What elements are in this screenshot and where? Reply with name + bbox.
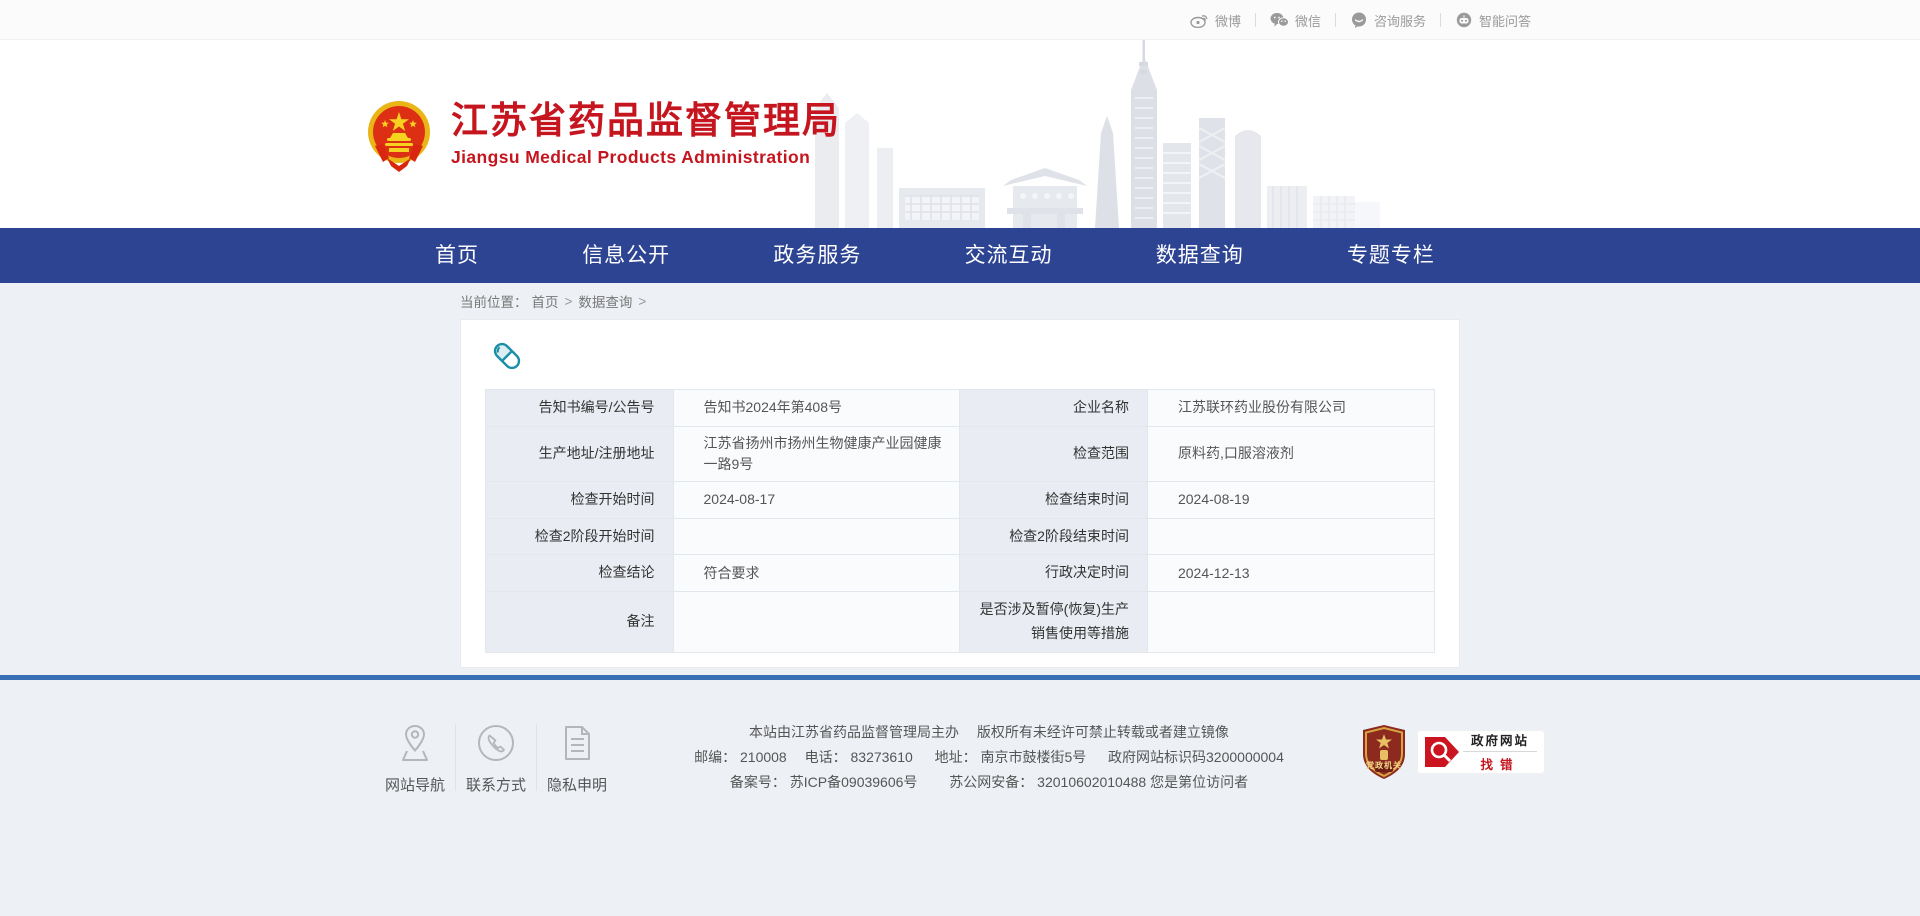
row2-value1: 江苏省扬州市扬州生物健康产业园健康一路9号 <box>673 426 960 481</box>
party-gov-badge[interactable]: 党政机关 <box>1361 724 1407 780</box>
breadcrumb: 当前位置： 首页 > 数据查询 > <box>460 283 1460 319</box>
footer-info: 本站由江苏省药品监督管理局主办 版权所有未经许可禁止转载或者建立镜像 邮编： 2… <box>617 720 1361 795</box>
row2-value2: 原料药,口服溶液剂 <box>1147 426 1434 481</box>
nav-item-gov-services[interactable]: 政务服务 <box>773 228 861 283</box>
robot-icon <box>1455 12 1473 28</box>
breadcrumb-link-home[interactable]: 首页 <box>532 291 559 311</box>
consult-service-link[interactable]: 咨询服务 <box>1336 11 1440 30</box>
breadcrumb-separator: > <box>565 294 573 309</box>
row6-label1: 备注 <box>486 592 674 653</box>
breadcrumb-separator: > <box>638 294 646 309</box>
weibo-label: 微博 <box>1215 11 1241 30</box>
row5-value1: 符合要求 <box>673 555 960 592</box>
breadcrumb-prefix: 当前位置： <box>460 291 528 311</box>
row3-value2: 2024-08-19 <box>1147 481 1434 518</box>
consult-service-label: 咨询服务 <box>1374 11 1426 30</box>
national-emblem-icon <box>361 96 437 172</box>
error-report-magnifier-icon <box>1423 735 1463 769</box>
footer-copyright-line: 本站由江苏省药品监督管理局主办 版权所有未经许可禁止转载或者建立镜像 <box>627 720 1351 745</box>
smart-qa-label: 智能问答 <box>1479 11 1531 30</box>
row1-label1: 告知书编号/公告号 <box>486 390 674 427</box>
row1-value1: 告知书2024年第408号 <box>673 390 960 427</box>
site-logo[interactable]: 江苏省药品监督管理局 Jiangsu Medical Products Admi… <box>361 96 841 172</box>
wechat-icon <box>1270 12 1289 28</box>
row5-value2: 2024-12-13 <box>1147 555 1434 592</box>
party-gov-badge-label: 党政机关 <box>1361 760 1407 771</box>
wechat-link[interactable]: 微信 <box>1256 11 1335 30</box>
footer-contact-line: 邮编： 210008 电话： 83273610 地址： 南京市鼓楼街5号 政府网… <box>627 745 1351 770</box>
consult-chat-icon <box>1350 12 1368 28</box>
row3-label2: 检查结束时间 <box>960 481 1148 518</box>
footer-link-label: 网站导航 <box>377 774 453 795</box>
weibo-link[interactable]: 微博 <box>1176 11 1255 30</box>
row1-value2: 江苏联环药业股份有限公司 <box>1147 390 1434 427</box>
site-error-report-badge[interactable]: 政府网站 找错 <box>1417 730 1545 774</box>
map-pin-icon <box>377 720 453 764</box>
wechat-label: 微信 <box>1295 11 1321 30</box>
row1-label2: 企业名称 <box>960 390 1148 427</box>
footer-link-label: 隐私申明 <box>539 774 615 795</box>
pill-icon <box>489 338 525 374</box>
error-report-subtitle: 找错 <box>1463 751 1537 773</box>
table-row: 生产地址/注册地址 江苏省扬州市扬州生物健康产业园健康一路9号 检查范围 原料药… <box>486 426 1435 481</box>
logo-text: 江苏省药品监督管理局 Jiangsu Medical Products Admi… <box>451 100 841 168</box>
main-navigation: 首页 信息公开 政务服务 交流互动 数据查询 专题专栏 <box>0 228 1920 283</box>
table-row: 检查结论 符合要求 行政决定时间 2024-12-13 <box>486 555 1435 592</box>
content-area: 当前位置： 首页 > 数据查询 > 告知书编号/公告号 告知书2024年第408… <box>0 283 1920 675</box>
row2-label1: 生产地址/注册地址 <box>486 426 674 481</box>
table-row: 告知书编号/公告号 告知书2024年第408号 企业名称 江苏联环药业股份有限公… <box>486 390 1435 427</box>
row4-label2: 检查2阶段结束时间 <box>960 518 1148 555</box>
row4-value2 <box>1147 518 1434 555</box>
site-title: 江苏省药品监督管理局 <box>451 100 841 143</box>
row5-label2: 行政决定时间 <box>960 555 1148 592</box>
nav-item-special-topics[interactable]: 专题专栏 <box>1347 228 1435 283</box>
row4-label1: 检查2阶段开始时间 <box>486 518 674 555</box>
error-report-text: 政府网站 找错 <box>1463 730 1537 773</box>
smart-qa-link[interactable]: 智能问答 <box>1441 11 1545 30</box>
nav-item-data-query[interactable]: 数据查询 <box>1156 228 1244 283</box>
breadcrumb-link-data-query[interactable]: 数据查询 <box>578 291 632 311</box>
footer-link-contact[interactable]: 联系方式 <box>456 720 536 795</box>
site-header: 江苏省药品监督管理局 Jiangsu Medical Products Admi… <box>0 40 1920 228</box>
row2-label2: 检查范围 <box>960 426 1148 481</box>
city-skyline-watermark <box>795 40 1380 228</box>
nav-item-home[interactable]: 首页 <box>435 228 479 283</box>
footer-badges: 党政机关 政府网站 找错 <box>1361 724 1545 780</box>
footer-link-sitemap[interactable]: 网站导航 <box>375 720 455 795</box>
table-row: 检查2阶段开始时间 检查2阶段结束时间 <box>486 518 1435 555</box>
footer-link-label: 联系方式 <box>458 774 534 795</box>
nav-item-info-disclosure[interactable]: 信息公开 <box>582 228 670 283</box>
footer-quick-links: 网站导航 联系方式 隐私申明 <box>375 720 617 795</box>
top-utility-bar: 微博 微信 咨询服务 智能问答 <box>0 0 1920 40</box>
nav-item-interaction[interactable]: 交流互动 <box>965 228 1053 283</box>
table-row: 检查开始时间 2024-08-17 检查结束时间 2024-08-19 <box>486 481 1435 518</box>
error-report-title: 政府网站 <box>1463 730 1537 749</box>
row6-label2: 是否涉及暂停(恢复)生产销售使用等措施 <box>960 592 1148 653</box>
site-footer: 网站导航 联系方式 隐私申明 本站由江苏省药品监督管理局主办 版权所有未经许可禁… <box>0 680 1920 916</box>
row6-value2 <box>1147 592 1434 653</box>
document-icon <box>539 720 615 764</box>
footer-icp-line: 备案号： 苏ICP备09039606号 苏公网安备： 3201060201048… <box>627 770 1351 795</box>
row6-value1 <box>673 592 960 653</box>
row5-label1: 检查结论 <box>486 555 674 592</box>
weibo-icon <box>1190 12 1209 28</box>
footer-link-privacy[interactable]: 隐私申明 <box>537 720 617 795</box>
table-row: 备注 是否涉及暂停(恢复)生产销售使用等措施 <box>486 592 1435 653</box>
row3-value1: 2024-08-17 <box>673 481 960 518</box>
site-subtitle: Jiangsu Medical Products Administration <box>451 147 841 168</box>
detail-panel: 告知书编号/公告号 告知书2024年第408号 企业名称 江苏联环药业股份有限公… <box>460 319 1460 668</box>
inspection-detail-table: 告知书编号/公告号 告知书2024年第408号 企业名称 江苏联环药业股份有限公… <box>485 389 1435 653</box>
row3-label1: 检查开始时间 <box>486 481 674 518</box>
phone-icon <box>458 720 534 764</box>
row4-value1 <box>673 518 960 555</box>
